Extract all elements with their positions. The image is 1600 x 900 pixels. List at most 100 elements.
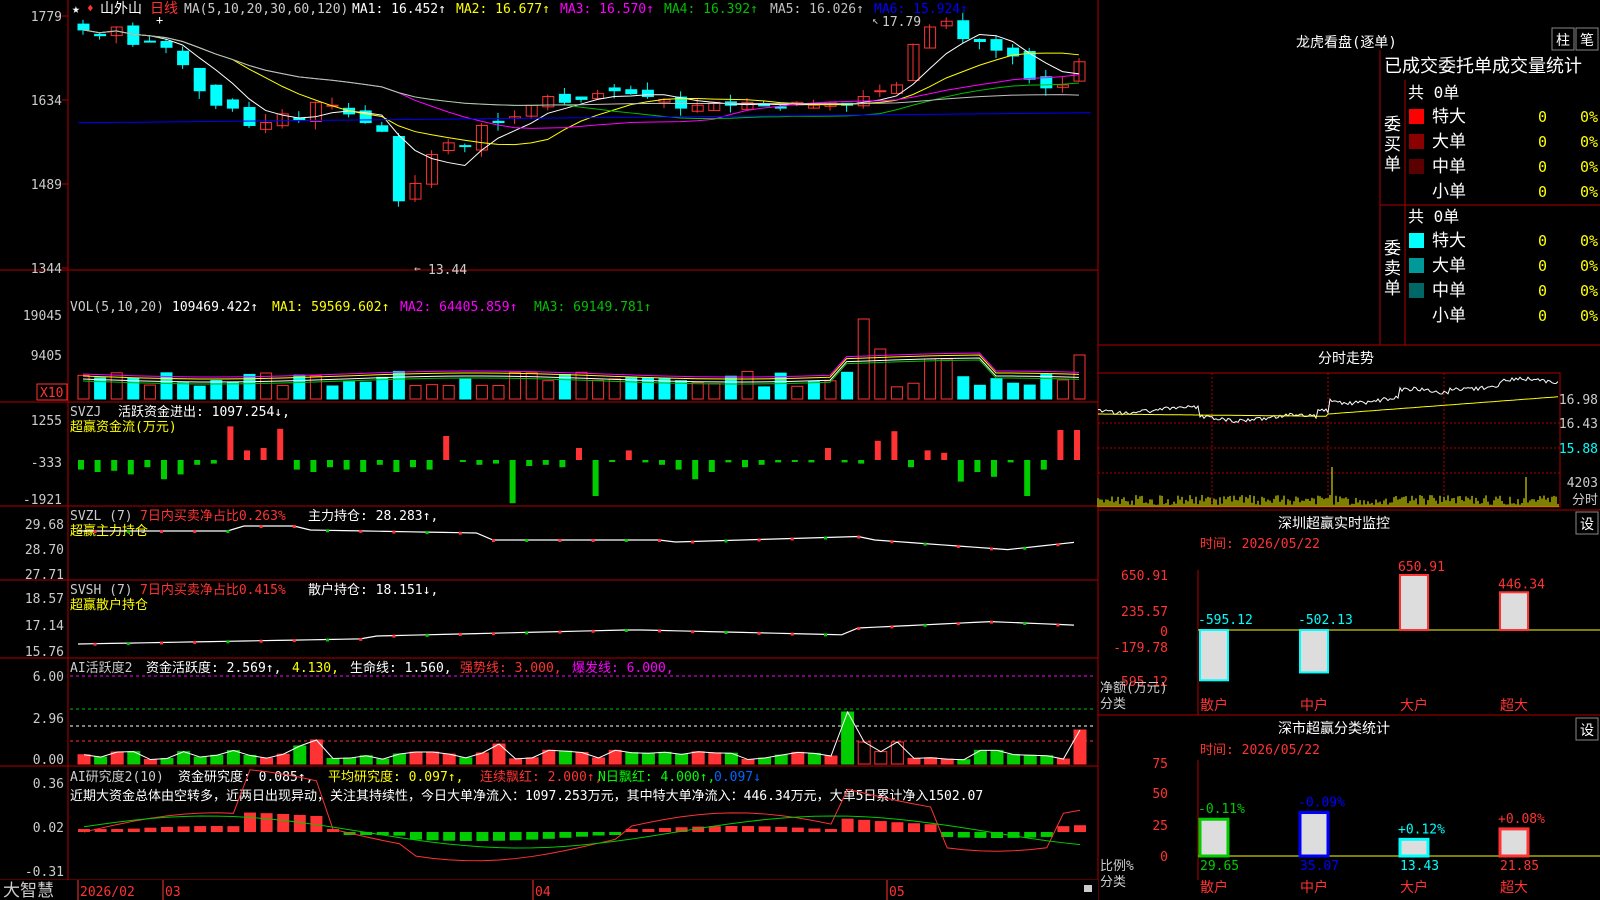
fund-flow-bar [1024,460,1031,496]
fund-flow-bar [542,460,549,465]
activity-bar [1007,754,1021,765]
activity-bar [326,757,340,765]
candle-body [226,99,239,109]
side-label-char: 单 [1384,155,1401,175]
fund-flow-bar [526,460,533,466]
ma-value-4: MA4: 16.392↑ [664,2,758,17]
volume-bar [226,381,239,400]
holding-dot [990,620,993,624]
monitor-bar [1399,574,1429,631]
tick-mode-label: 笔 [1580,33,1594,49]
fund-flow-bar [1057,430,1064,460]
fund-flow-bar [742,460,748,468]
volume-bar [177,382,190,400]
ai1-axis-mid: 2.96 [33,712,64,727]
svsh-sub: 超赢散户持仓 [70,597,148,613]
fund-flow-bar [393,460,400,472]
volume-bar [459,378,472,400]
ma-value-2: MA2: 16.677↑ [456,2,550,17]
holding-dot [126,642,130,646]
fund-flow-bar [991,460,997,477]
stats-bar-value: 29.65 [1200,859,1239,874]
intraday-axis-top: 16.98 [1559,393,1598,408]
activity-bar [857,741,871,765]
holding-dot [492,539,495,542]
svzl-axis-top: 29.68 [25,518,64,533]
activity-bar [1073,729,1087,765]
stock-name[interactable]: 山外山 [100,1,142,17]
research-bar [277,813,290,832]
volume-bar [907,382,920,400]
ai1-d: 强势线: 3.000, [460,660,562,676]
stats-bar-change: -0.09% [1298,796,1345,811]
volume-bar [724,375,737,400]
activity-bar [592,757,606,765]
research-bar [576,832,588,837]
activity-bar [791,751,805,765]
research-bar [509,832,522,841]
order-percent: 0% [1580,183,1598,201]
research-bar [1024,832,1037,838]
candle-body [641,89,654,98]
holding-dot [857,535,861,539]
research-bar [609,832,622,835]
fund-flow-bars [78,426,1080,504]
monitor-axis-label: -179.78 [1113,641,1168,656]
fund-flow-bar [642,460,649,463]
volume-bar [143,384,156,400]
fund-flow-bar [476,460,483,465]
volume-bar [326,385,339,400]
monitor-category: 散户 [1200,697,1228,714]
holding-dot [359,529,363,533]
ai2-axis-bottom: -0.31 [25,865,64,880]
lock-icon[interactable] [1084,885,1092,892]
price-axis-label: 1344 [31,262,62,277]
holding-dot [259,639,263,643]
fund-flow-bar [161,460,167,480]
activity-bar [1056,758,1070,765]
order-swatch [1409,283,1424,298]
order-count: 0 [1538,183,1547,201]
order-count: 0 [1538,108,1547,126]
monitor-axis-label: 650.91 [1121,569,1168,584]
volume-bar [957,376,970,400]
research-bar [642,829,655,832]
research-bar [659,828,671,832]
holding-dot [591,539,595,542]
intraday-vol-unit: 分时 [1572,493,1598,508]
ai1-a: 资金活跃度: 2.569↑, [146,660,281,676]
volume-bar [658,378,671,400]
activity-bar [226,750,240,765]
buy-side-label: 委买单 [1384,115,1401,175]
monitor-axis-label: 0 [1160,625,1168,640]
high-arrow-icon: ↖ [872,14,879,27]
ai2-axis-mid: 0.02 [33,821,64,836]
time-label-05: 05 [889,885,905,900]
monitor-title: 深圳超赢实时监控 [1278,515,1390,532]
candle-body [143,40,156,43]
candle-body [177,50,190,66]
candle-body [392,136,405,202]
stats-bar [1298,811,1330,858]
volume-bar [857,318,870,400]
ai1-axis-bottom: 0.00 [33,753,64,768]
fund-flow-bar [1074,430,1080,460]
research-bar [1057,826,1070,832]
holding-dot [458,633,462,636]
fund-flow-bar [194,460,201,465]
order-swatch [1409,134,1424,149]
ma-params: MA(5,10,20,30,60,120) [184,2,348,17]
volume-bar [1056,379,1069,400]
volume-bars [77,318,1086,400]
volume-bar [210,379,223,400]
order-swatch [1409,184,1424,199]
volume-bar [492,385,505,400]
research-bar [410,832,422,840]
svsh-axis-mid: 17.14 [25,619,64,634]
fund-flow-bar [891,431,898,460]
activity-bar [442,753,456,765]
period-label[interactable]: 日线 [150,1,178,17]
high-price-label: 17.79 [882,15,921,30]
research-bar [426,832,439,841]
stats-axis-label: 50 [1152,787,1168,802]
